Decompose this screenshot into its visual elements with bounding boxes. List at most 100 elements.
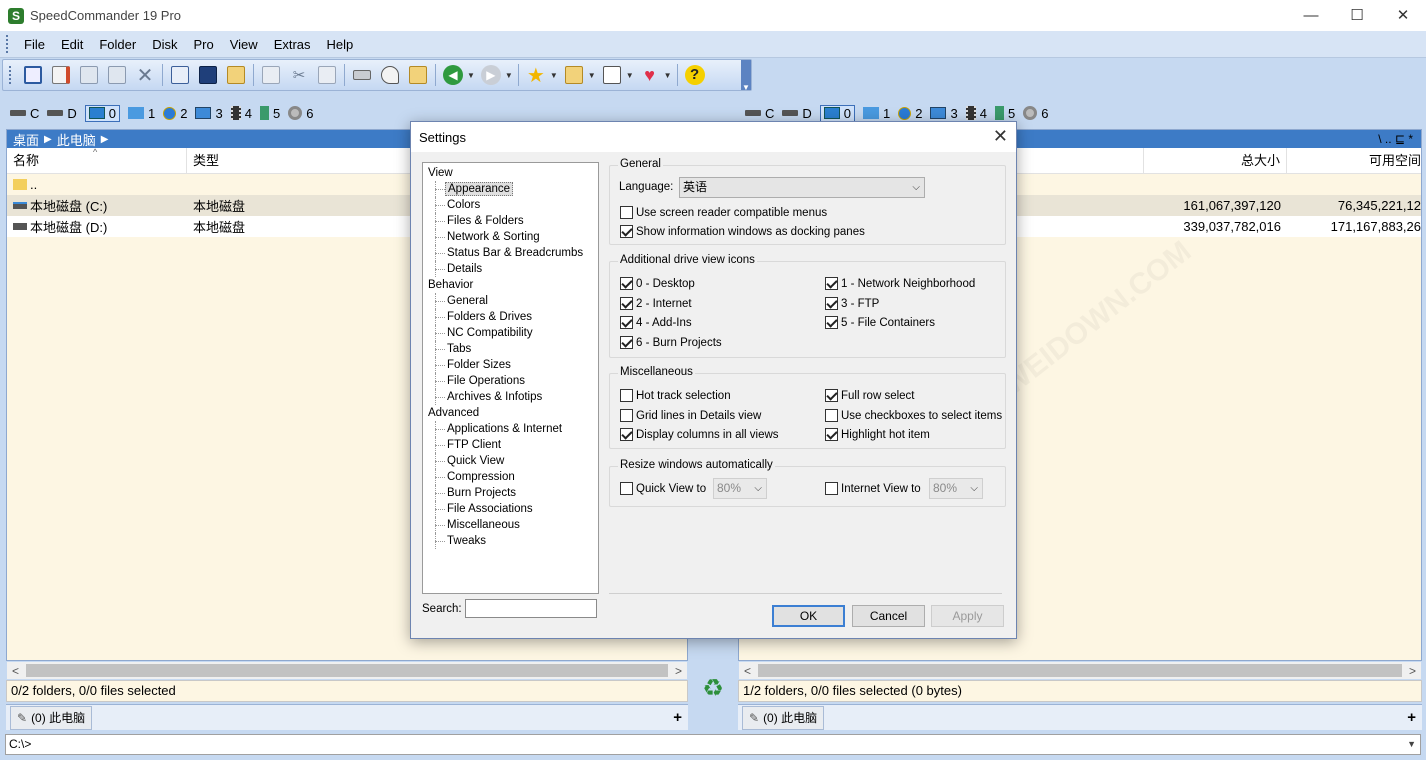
tree-node-ftp-client[interactable]: FTP Client: [423, 437, 598, 453]
full-row-select-checkbox[interactable]: Full row select: [825, 389, 915, 402]
drive-icon-ftp-checkbox[interactable]: 3 - FTP: [825, 297, 879, 310]
copy-file-button[interactable]: [77, 63, 101, 87]
menu-pro[interactable]: Pro: [186, 37, 222, 52]
search-button[interactable]: [378, 63, 402, 87]
checklist-button[interactable]: [600, 63, 624, 87]
help-button[interactable]: ?: [683, 63, 707, 87]
scroll-right-icon[interactable]: >: [1404, 664, 1421, 678]
tree-node-status-bar[interactable]: Status Bar & Breadcrumbs: [423, 245, 598, 261]
right-drive-5[interactable]: 5: [994, 106, 1015, 121]
right-drive-2[interactable]: 2: [898, 106, 922, 121]
tree-node-file-associations[interactable]: File Associations: [423, 501, 598, 517]
left-drive-d[interactable]: D: [47, 106, 77, 121]
right-drive-0[interactable]: 0: [819, 104, 856, 122]
scroll-right-icon[interactable]: >: [670, 664, 687, 678]
tree-node-miscellaneous[interactable]: Miscellaneous: [423, 517, 598, 533]
left-drive-1[interactable]: 1: [128, 106, 155, 121]
close-button[interactable]: ✕: [1380, 0, 1426, 31]
left-drive-5[interactable]: 5: [259, 106, 280, 121]
tree-node-tabs[interactable]: Tabs: [423, 341, 598, 357]
menu-folder[interactable]: Folder: [91, 37, 144, 52]
favorite-folders-button[interactable]: ♥: [638, 63, 662, 87]
forward-button[interactable]: ▶: [479, 63, 503, 87]
favorite-folders-dropdown-icon[interactable]: ▼: [664, 71, 672, 80]
right-drive-3[interactable]: 3: [930, 106, 958, 121]
menu-extras[interactable]: Extras: [266, 37, 319, 52]
quick-view-resize-checkbox[interactable]: Quick View to: [620, 482, 706, 495]
drive-icon-burn-checkbox[interactable]: 6 - Burn Projects: [620, 336, 722, 349]
tree-node-quick-view[interactable]: Quick View: [423, 453, 598, 469]
menu-edit[interactable]: Edit: [53, 37, 91, 52]
menubar-grip[interactable]: [6, 35, 10, 53]
column-name[interactable]: 名称 ^: [7, 147, 187, 173]
right-drive-c[interactable]: C: [745, 106, 774, 121]
language-select[interactable]: 英语 ⌵: [679, 177, 925, 198]
tree-node-nc-compatibility[interactable]: NC Compatibility: [423, 325, 598, 341]
favorites-button[interactable]: ★: [524, 63, 548, 87]
tree-node-advanced[interactable]: Advanced: [423, 405, 598, 421]
recycle-bin-icon[interactable]: ♻: [697, 672, 729, 704]
sync-button[interactable]: [406, 63, 430, 87]
screen-reader-checkbox[interactable]: Use screen reader compatible menus: [620, 206, 827, 219]
grid-lines-checkbox[interactable]: Grid lines in Details view: [620, 409, 761, 422]
column-type[interactable]: 类型: [187, 148, 417, 173]
use-checkboxes-checkbox[interactable]: Use checkboxes to select items: [825, 409, 1002, 422]
column-total-size[interactable]: 总大小: [1144, 148, 1287, 173]
copy-button[interactable]: [259, 63, 283, 87]
back-dropdown-icon[interactable]: ▼: [467, 71, 475, 80]
command-history-dropdown-icon[interactable]: ▼: [1407, 735, 1416, 754]
right-drive-1[interactable]: 1: [863, 106, 890, 121]
tree-node-behavior[interactable]: Behavior: [423, 277, 598, 293]
left-drive-0[interactable]: 0: [84, 104, 121, 122]
command-prompt-button[interactable]: [196, 63, 220, 87]
tree-node-details[interactable]: Details: [423, 261, 598, 277]
tree-node-folder-sizes[interactable]: Folder Sizes: [423, 357, 598, 373]
cut-button[interactable]: ✂: [287, 63, 311, 87]
delete-button[interactable]: ✕: [133, 63, 157, 87]
menu-help[interactable]: Help: [319, 37, 362, 52]
display-columns-checkbox[interactable]: Display columns in all views: [620, 428, 779, 441]
right-horizontal-scrollbar[interactable]: < >: [739, 662, 1421, 679]
right-tab-this-pc[interactable]: ✎ (0) 此电脑: [742, 705, 825, 730]
tree-node-view[interactable]: View: [423, 165, 598, 181]
open-folder-button[interactable]: [224, 63, 248, 87]
command-line-input[interactable]: C:\> ▼: [5, 734, 1421, 755]
tree-node-appearance[interactable]: Appearance: [423, 181, 598, 197]
tree-node-file-operations[interactable]: File Operations: [423, 373, 598, 389]
tree-node-general[interactable]: General: [423, 293, 598, 309]
folder-history-button[interactable]: [562, 63, 586, 87]
tree-node-folders-drives[interactable]: Folders & Drives: [423, 309, 598, 325]
ok-button[interactable]: OK: [772, 605, 845, 627]
right-drive-6[interactable]: 6: [1023, 106, 1048, 121]
panel-options-icons[interactable]: \ .. ⊑ *: [1378, 132, 1413, 146]
left-horizontal-scrollbar[interactable]: < >: [7, 662, 687, 679]
menu-disk[interactable]: Disk: [144, 37, 185, 52]
edit-file-button[interactable]: [49, 63, 73, 87]
drive-icon-network-checkbox[interactable]: 1 - Network Neighborhood: [825, 277, 975, 290]
left-new-tab-button[interactable]: +: [673, 709, 682, 726]
drive-button[interactable]: [350, 63, 374, 87]
checklist-dropdown-icon[interactable]: ▼: [626, 71, 634, 80]
scroll-left-icon[interactable]: <: [739, 664, 756, 678]
tree-node-compression[interactable]: Compression: [423, 469, 598, 485]
tree-node-colors[interactable]: Colors: [423, 197, 598, 213]
right-new-tab-button[interactable]: +: [1407, 709, 1416, 726]
scroll-thumb[interactable]: [758, 664, 1402, 677]
internet-view-resize-checkbox[interactable]: Internet View to: [825, 482, 921, 495]
column-free-space[interactable]: 可用空间: [1287, 148, 1421, 173]
dialog-close-button[interactable]: ✕: [993, 126, 1008, 147]
tree-node-network-sorting[interactable]: Network & Sorting: [423, 229, 598, 245]
breadcrumb-desktop[interactable]: 桌面: [13, 130, 39, 149]
drive-icon-desktop-checkbox[interactable]: 0 - Desktop: [620, 277, 695, 290]
tree-node-burn-projects[interactable]: Burn Projects: [423, 485, 598, 501]
apply-button[interactable]: Apply: [931, 605, 1004, 627]
folder-history-dropdown-icon[interactable]: ▼: [588, 71, 596, 80]
scroll-left-icon[interactable]: <: [7, 664, 24, 678]
toolbar-grip[interactable]: [9, 66, 13, 84]
toolbar-overflow-button[interactable]: ▼: [741, 60, 751, 92]
tree-node-tweaks[interactable]: Tweaks: [423, 533, 598, 549]
tree-search-input[interactable]: [465, 599, 597, 618]
drive-icon-addins-checkbox[interactable]: 4 - Add-Ins: [620, 316, 692, 329]
drive-icon-containers-checkbox[interactable]: 5 - File Containers: [825, 316, 935, 329]
menu-file[interactable]: File: [16, 37, 53, 52]
